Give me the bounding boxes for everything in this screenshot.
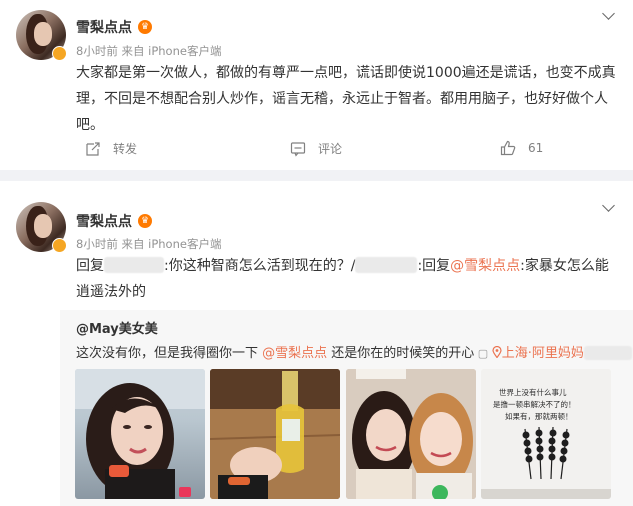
location-label: 上海·阿里妈妈 — [501, 346, 584, 361]
photo-1-image — [75, 369, 205, 499]
wall-text-line-1: 世界上没有什么事儿 — [499, 387, 567, 397]
quoted-text: 这次没有你，但是我得圈你一下 @雪梨点点 还是你在的时候笑的开心 ▢ 上海·阿里… — [76, 342, 632, 361]
mention-link[interactable]: @雪梨点点 — [450, 258, 520, 274]
chevron-down-icon[interactable] — [602, 7, 615, 20]
reply-part-1: :你这种智商怎么活到现在的？/ — [164, 258, 356, 274]
comment-button[interactable]: 评论 — [290, 140, 342, 157]
photo-2-image — [210, 369, 340, 499]
like-count: 61 — [528, 141, 544, 155]
emoji-box-icon: ▢ — [474, 347, 492, 360]
verified-badge-icon — [52, 46, 67, 61]
weibo-comment-card: 雪梨点点 ♛ 8小时前 来自 iPhone客户端 回复 :你这种智商怎么活到现在的… — [0, 181, 633, 506]
verified-badge-icon — [52, 238, 67, 253]
repost-icon — [86, 141, 100, 156]
thumbs-up-icon — [500, 140, 516, 156]
photo-thumbnail-4[interactable]: 世界上没有什么事儿 是撸一顿串解决不了的！ 如果有，那就两顿！ — [481, 369, 611, 499]
location-link[interactable]: 上海·阿里妈妈 — [492, 345, 584, 361]
post-meta: 8小时前 来自 iPhone客户端 — [76, 237, 222, 251]
quoted-text-after: 还是你在的时候笑的开心 — [327, 346, 475, 361]
post-meta: 8小时前 来自 iPhone客户端 — [76, 44, 222, 58]
quoted-text-before: 这次没有你，但是我得圈你一下 — [76, 346, 263, 361]
wall-text-line-2: 是撸一顿串解决不了的！ — [493, 399, 576, 409]
comment-label: 评论 — [318, 142, 343, 156]
avatar-face — [34, 214, 52, 238]
crown-icon: ♛ — [138, 20, 152, 34]
repost-button[interactable]: 转发 — [85, 140, 137, 157]
quoted-post[interactable]: @May美女美 这次没有你，但是我得圈你一下 @雪梨点点 还是你在的时候笑的开心… — [60, 310, 633, 506]
reply-text: 回复:你这种智商怎么活到现在的？/:回复@雪梨点点:家暴女怎么能逍遥法外的 — [76, 253, 616, 305]
reply-prefix: 回复 — [76, 258, 104, 274]
crown-icon: ♛ — [138, 214, 152, 228]
like-button[interactable]: 61 — [500, 140, 543, 156]
username[interactable]: 雪梨点点 — [76, 17, 132, 37]
location-pin-icon — [492, 345, 502, 359]
repost-label: 转发 — [113, 142, 138, 156]
photo-4-image: 世界上没有什么事儿 是撸一顿串解决不了的！ 如果有，那就两顿！ — [481, 369, 611, 499]
chevron-down-icon[interactable] — [602, 199, 615, 212]
photo-thumbnail-3[interactable] — [346, 369, 476, 499]
blurred-username — [104, 257, 164, 273]
post-text: 大家都是第一次做人，都做的有尊严一点吧，谎话即使说1000遍还是谎话，也变不成真… — [76, 65, 616, 133]
avatar-face — [34, 22, 52, 46]
blurred-location-suffix — [583, 346, 632, 360]
photo-thumbnail-1[interactable] — [75, 369, 205, 499]
wall-text-line-3: 如果有，那就两顿！ — [505, 411, 573, 421]
photo-3-image — [346, 369, 476, 499]
photo-thumbnail-2[interactable] — [210, 369, 340, 499]
quoted-mention-link[interactable]: @雪梨点点 — [262, 346, 327, 361]
reply-part-2: :回复 — [417, 258, 451, 274]
post-actions: 转发 评论 61 — [0, 140, 633, 164]
blurred-username — [355, 257, 418, 273]
comment-icon — [290, 141, 306, 157]
username[interactable]: 雪梨点点 — [76, 211, 132, 231]
quoted-author[interactable]: @May美女美 — [76, 318, 158, 337]
weibo-post-card: 雪梨点点 ♛ 8小时前 来自 iPhone客户端 大家都是第一次做人，都做的有尊… — [0, 0, 633, 170]
